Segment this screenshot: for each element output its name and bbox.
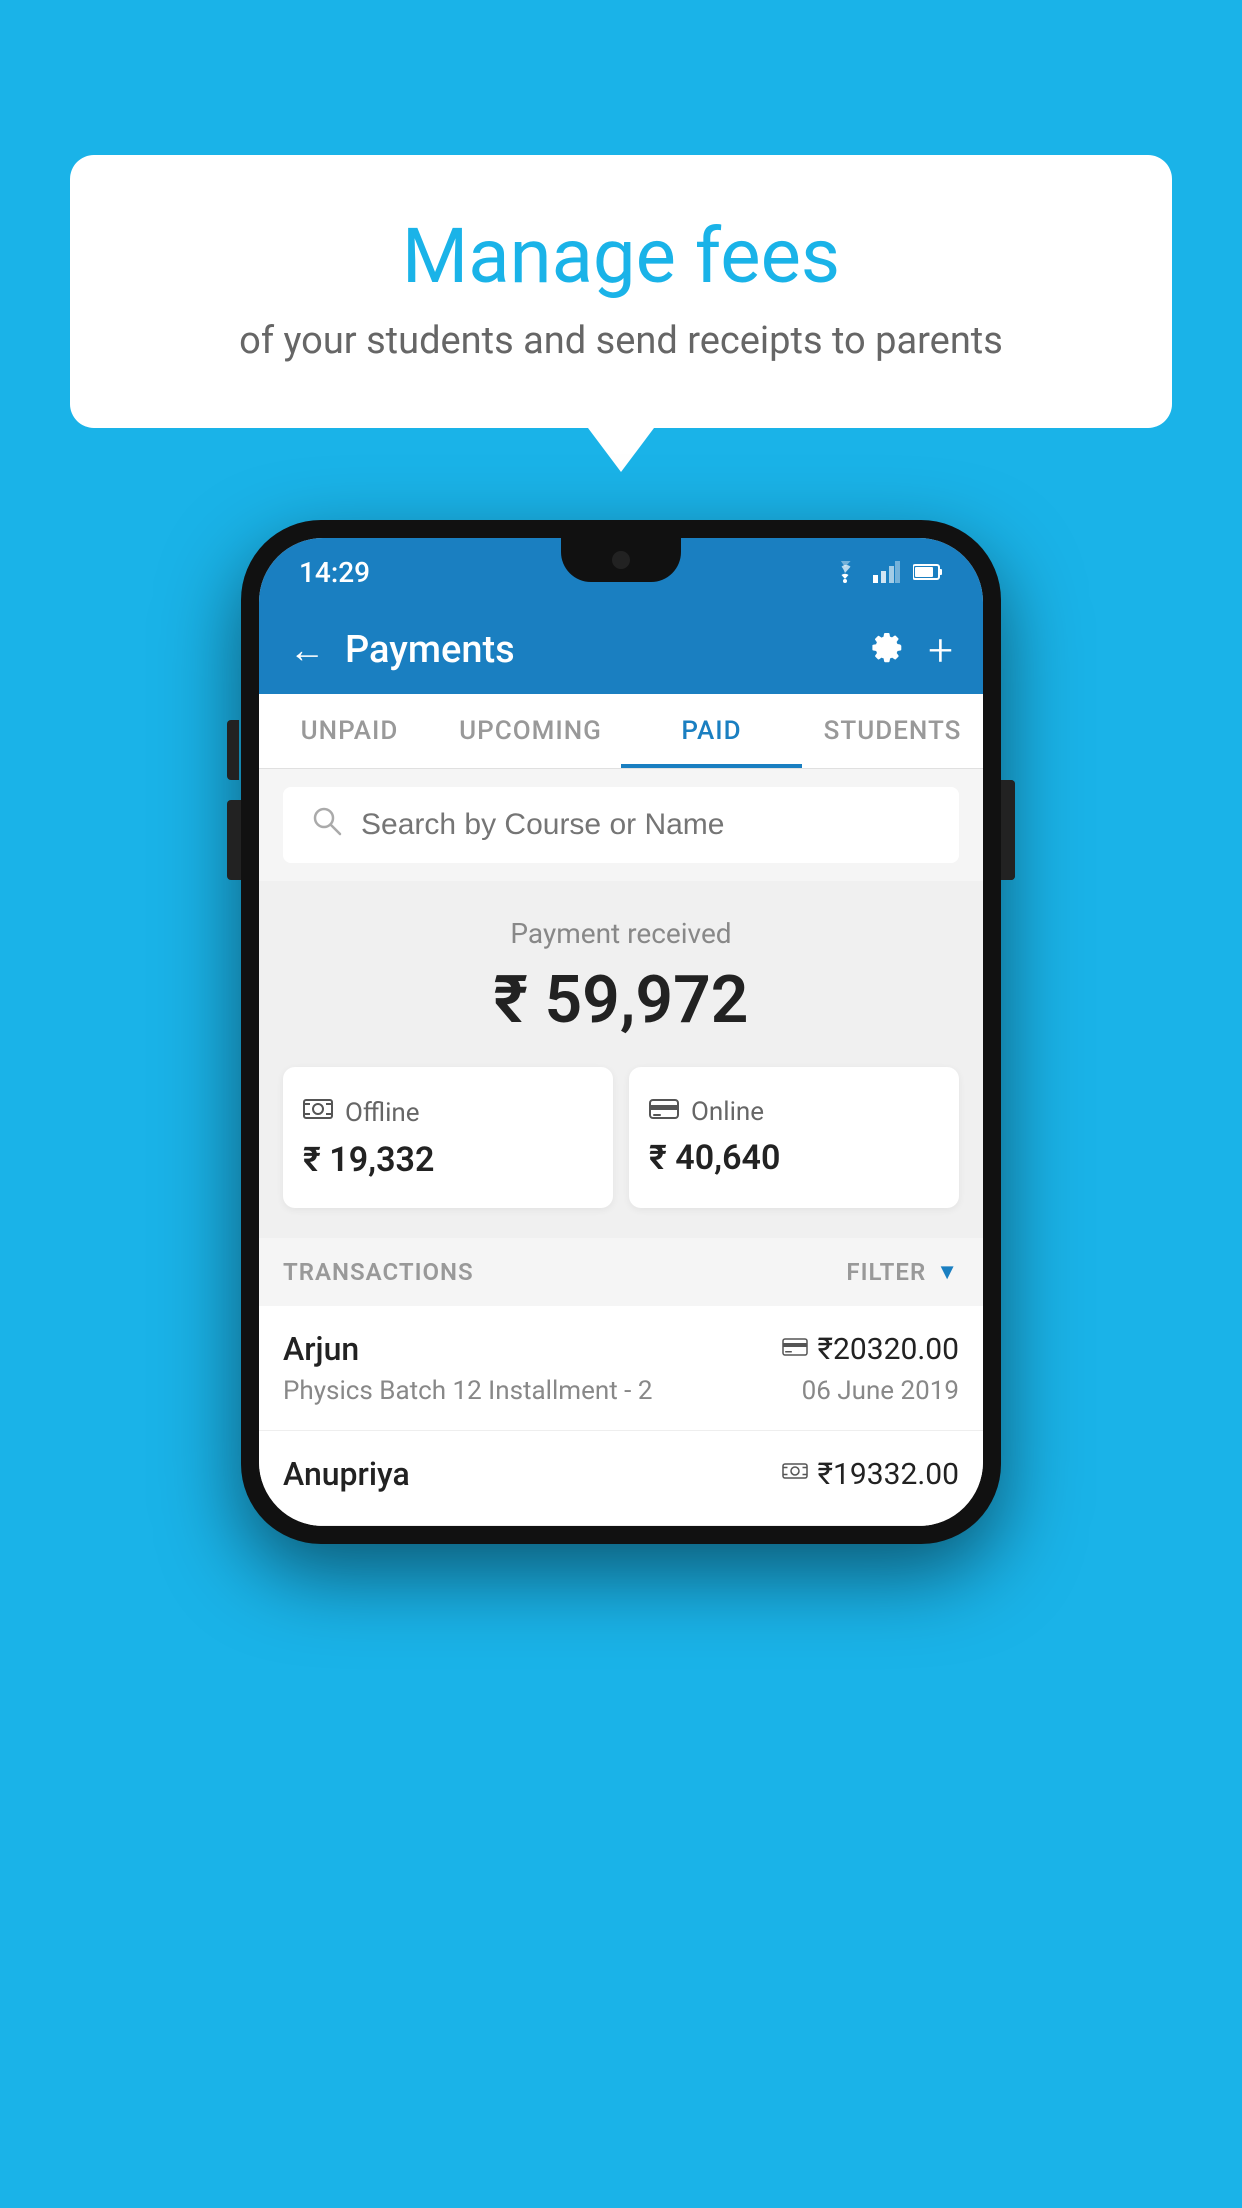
status-icons <box>829 561 943 583</box>
settings-button[interactable] <box>868 628 904 673</box>
transaction-row-2-arjun: Physics Batch 12 Installment - 2 06 June… <box>283 1376 959 1406</box>
status-bar: 14:29 <box>259 538 983 606</box>
transaction-date-arjun: 06 June 2019 <box>802 1376 959 1406</box>
back-button[interactable]: ← <box>289 629 325 671</box>
online-amount: ₹ 40,640 <box>649 1138 939 1178</box>
header-icons: + <box>868 624 953 676</box>
offline-card: Offline ₹ 19,332 <box>283 1067 613 1208</box>
tab-students[interactable]: STUDENTS <box>802 694 983 768</box>
cash-svg <box>303 1095 333 1123</box>
online-card: Online ₹ 40,640 <box>629 1067 959 1208</box>
online-card-header: Online <box>649 1095 939 1128</box>
speech-bubble-container: Manage fees of your students and send re… <box>70 155 1172 428</box>
gear-icon <box>868 628 904 664</box>
offline-card-header: Offline <box>303 1095 593 1130</box>
filter-label: FILTER <box>846 1258 926 1286</box>
signal-icon <box>873 561 901 583</box>
payment-type-icon-card <box>782 1334 808 1364</box>
transaction-amount-anupriya: ₹19332.00 <box>818 1457 959 1492</box>
tab-upcoming[interactable]: UPCOMING <box>440 694 621 768</box>
app-header: ← Payments + <box>259 606 983 694</box>
search-container <box>259 769 983 881</box>
wifi-icon <box>829 561 861 583</box>
phone-frame: 14:29 <box>241 520 1001 1544</box>
payment-summary: Payment received ₹ 59,972 <box>259 881 983 1238</box>
phone-mockup: 14:29 <box>241 520 1001 1544</box>
search-icon <box>311 805 343 845</box>
filter-icon: ▼ <box>936 1259 959 1285</box>
transaction-item-arjun[interactable]: Arjun ₹20320.00 Ph <box>259 1306 983 1431</box>
card-icon-small-svg <box>782 1337 808 1357</box>
transaction-amount-arjun: ₹20320.00 <box>818 1332 959 1367</box>
card-icon <box>649 1095 679 1128</box>
offline-amount: ₹ 19,332 <box>303 1140 593 1180</box>
transactions-label: TRANSACTIONS <box>283 1258 474 1286</box>
payment-received-label: Payment received <box>283 917 959 950</box>
status-time: 14:29 <box>299 556 370 589</box>
card-svg <box>649 1097 679 1121</box>
online-label: Online <box>691 1097 764 1127</box>
battery-icon <box>913 562 943 582</box>
payment-total-amount: ₹ 59,972 <box>283 962 959 1039</box>
transaction-name-arjun: Arjun <box>283 1330 359 1368</box>
search-svg <box>311 805 343 837</box>
notch <box>561 538 681 582</box>
search-input[interactable] <box>361 808 931 842</box>
speech-bubble: Manage fees of your students and send re… <box>70 155 1172 428</box>
bubble-subtitle: of your students and send receipts to pa… <box>140 319 1102 363</box>
payment-cards: Offline ₹ 19,332 <box>283 1067 959 1208</box>
camera-dot <box>612 551 630 569</box>
tab-paid[interactable]: PAID <box>621 694 802 768</box>
transactions-header: TRANSACTIONS FILTER ▼ <box>259 1238 983 1306</box>
bubble-title: Manage fees <box>140 215 1102 299</box>
search-bar <box>283 787 959 863</box>
header-title: Payments <box>345 628 848 672</box>
phone-screen: 14:29 <box>259 538 983 1526</box>
transaction-name-anupriya: Anupriya <box>283 1455 410 1493</box>
offline-label: Offline <box>345 1098 420 1128</box>
tab-unpaid[interactable]: UNPAID <box>259 694 440 768</box>
add-button[interactable]: + <box>928 624 953 676</box>
transaction-amount-row-arjun: ₹20320.00 <box>782 1332 959 1367</box>
tabs-bar: UNPAID UPCOMING PAID STUDENTS <box>259 694 983 769</box>
cash-icon <box>303 1095 333 1130</box>
transaction-row-1: Arjun ₹20320.00 <box>283 1330 959 1368</box>
transaction-course-arjun: Physics Batch 12 Installment - 2 <box>283 1376 652 1406</box>
transaction-item-anupriya[interactable]: Anupriya <box>259 1431 983 1526</box>
filter-button[interactable]: FILTER ▼ <box>846 1258 959 1286</box>
transaction-row-1-anupriya: Anupriya <box>283 1455 959 1493</box>
payment-type-icon-cash <box>782 1459 808 1489</box>
transaction-amount-row-anupriya: ₹19332.00 <box>782 1457 959 1492</box>
cash-icon-small-svg <box>782 1460 808 1482</box>
